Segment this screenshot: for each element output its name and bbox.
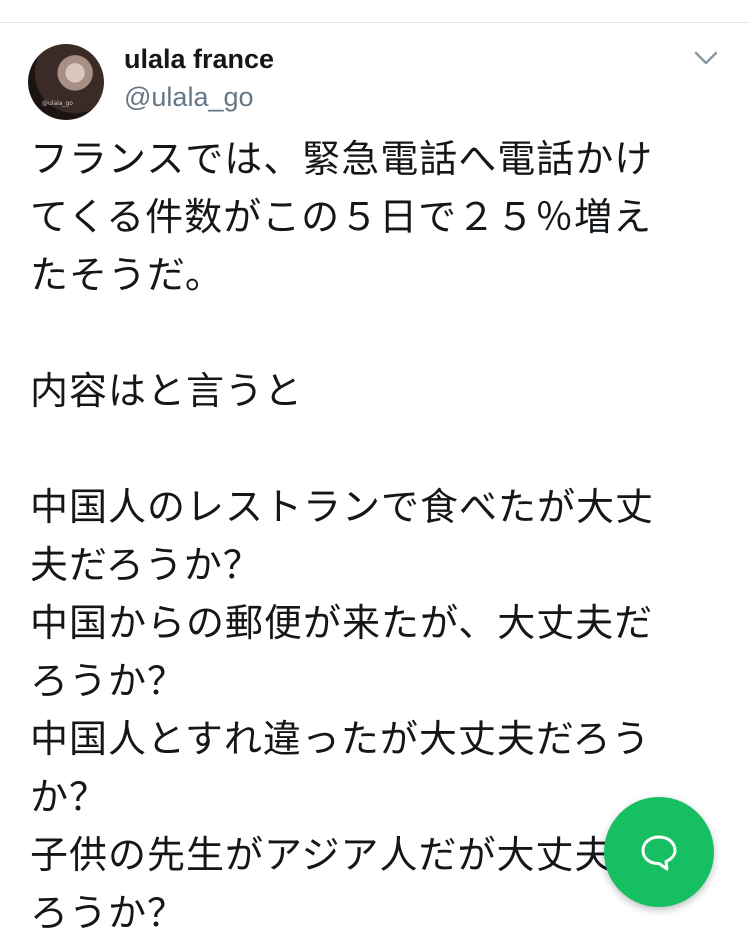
tweet-line: ろうか？ [30,659,187,703]
tweet-line [30,420,720,478]
avatar[interactable]: @ulala_go [28,44,104,120]
tweet-line: たそうだ。 [30,253,224,297]
avatar-watermark: @ulala_go [42,100,73,107]
tweet-line: ろうか？ [30,891,187,935]
top-divider [0,22,750,23]
reply-fab-button[interactable] [604,797,714,907]
tweet-line: 中国人とすれ違ったが大丈夫だろう [30,717,651,761]
tweet-line: 中国からの郵便が来たが、大丈夫だ [30,601,654,645]
tweet-line [30,304,720,362]
tweet-line: 中国人のレストランで食べたが大丈 [30,485,655,529]
user-handle[interactable]: @ulala_go [124,82,254,113]
display-name[interactable]: ulala france [124,44,274,75]
reply-bubble-icon [641,835,677,871]
tweet-line: 夫だろうか？ [30,543,262,587]
tweet-line: フランスでは、緊急電話へ電話かけ [30,137,654,181]
tweet-line: 内容はと言うと [30,369,304,413]
tweet-line: てくる件数がこの５日で２５％増え [30,195,653,239]
chevron-down-icon[interactable] [692,44,720,72]
